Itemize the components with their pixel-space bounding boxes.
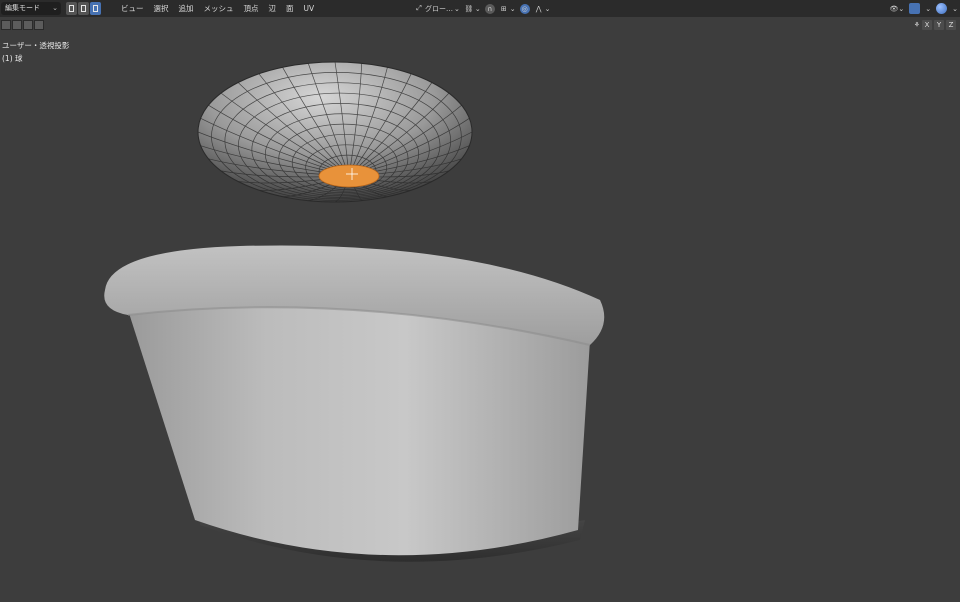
face-icon — [93, 5, 98, 12]
mirror-z-button[interactable]: Z — [946, 20, 956, 30]
menu-view[interactable]: ビュー — [116, 0, 149, 17]
orientation-label: グロー… — [425, 4, 453, 13]
view-name: ユーザー・透視投影 — [2, 41, 70, 50]
vertex-icon — [69, 5, 74, 12]
menu-select[interactable]: 選択 — [149, 0, 174, 17]
right-header-tools: 👁⌄ ⌄ ⌄ — [889, 1, 958, 16]
pivot-icon: ⛓ — [464, 4, 474, 13]
object-name: (1) 球 — [2, 54, 23, 63]
proportional-edit-icon: ◎ — [519, 3, 530, 14]
viewport-header: 編集モード ⌄ ビュー 選択 追加 メッシュ 頂点 辺 面 UV ⤢ グロー… … — [0, 0, 960, 17]
sphere-mesh[interactable] — [197, 61, 473, 203]
chevron-down-icon: ⌄ — [52, 4, 58, 12]
3d-viewport[interactable]: 編集モード ⌄ ビュー 選択 追加 メッシュ 頂点 辺 面 UV ⤢ グロー… … — [0, 0, 960, 602]
selected-face-region[interactable] — [318, 164, 380, 188]
header-menu: ビュー 選択 追加 メッシュ 頂点 辺 面 UV — [116, 0, 319, 17]
menu-uv[interactable]: UV — [299, 0, 320, 17]
select-intersect-icon[interactable] — [34, 20, 44, 30]
chevron-down-icon: ⌄ — [544, 4, 551, 13]
snap-icon: ∩ — [484, 3, 495, 14]
falloff-dropdown[interactable]: ⋀ ⌄ — [534, 4, 551, 14]
mirror-x-button[interactable]: X — [922, 20, 932, 30]
proportional-edit-toggle[interactable]: ◎ — [519, 3, 530, 14]
edge-icon — [81, 5, 86, 12]
scene-canvas[interactable] — [0, 0, 960, 602]
select-extend-icon[interactable] — [12, 20, 22, 30]
mirror-y-button[interactable]: Y — [934, 20, 944, 30]
falloff-icon: ⋀ — [535, 4, 542, 13]
menu-vertex[interactable]: 頂点 — [239, 0, 264, 17]
chevron-down-icon: ⌄ — [474, 4, 481, 13]
mesh-symmetry: ⚘ X Y Z — [914, 20, 956, 30]
visibility-icon[interactable]: 👁⌄ — [889, 5, 904, 13]
select-new-icon[interactable] — [1, 20, 11, 30]
menu-face[interactable]: 面 — [281, 0, 299, 17]
snap-target-icon: ⊞ — [500, 4, 507, 13]
menu-mesh[interactable]: メッシュ — [199, 0, 239, 17]
chevron-down-icon[interactable]: ⌄ — [925, 5, 931, 13]
select-subtract-icon[interactable] — [23, 20, 33, 30]
mode-dropdown[interactable]: 編集モード ⌄ — [1, 2, 61, 15]
pivot-dropdown[interactable]: ⛓ ⌄ — [464, 4, 481, 14]
snap-toggle[interactable]: ∩ — [484, 3, 495, 14]
mode-label: 編集モード — [5, 4, 40, 12]
overlay-icon[interactable] — [936, 3, 948, 14]
snap-target-dropdown[interactable]: ⊞ ⌄ — [499, 4, 516, 14]
bowl-object[interactable] — [104, 245, 605, 562]
select-mode-group — [66, 2, 101, 15]
chevron-down-icon: ⌄ — [454, 4, 460, 13]
menu-edge[interactable]: 辺 — [264, 0, 282, 17]
vertex-select-button[interactable] — [66, 2, 77, 15]
face-select-button[interactable] — [90, 2, 101, 15]
gizmo-toggle-icon[interactable] — [909, 3, 921, 14]
butterfly-icon: ⚘ — [913, 21, 920, 29]
menu-add[interactable]: 追加 — [174, 0, 199, 17]
selection-tool-modes — [1, 20, 44, 30]
chevron-down-icon: ⌄ — [509, 4, 516, 13]
transform-orientation-icon: ⤢ — [416, 4, 422, 12]
edge-select-button[interactable] — [78, 2, 89, 15]
chevron-down-icon[interactable]: ⌄ — [952, 5, 958, 13]
orientation-dropdown[interactable]: ⤢ グロー… ⌄ — [414, 4, 460, 14]
transform-tools: ⤢ グロー… ⌄ ⛓ ⌄ ∩ ⊞ ⌄ ◎ ⋀ ⌄ — [414, 1, 551, 16]
